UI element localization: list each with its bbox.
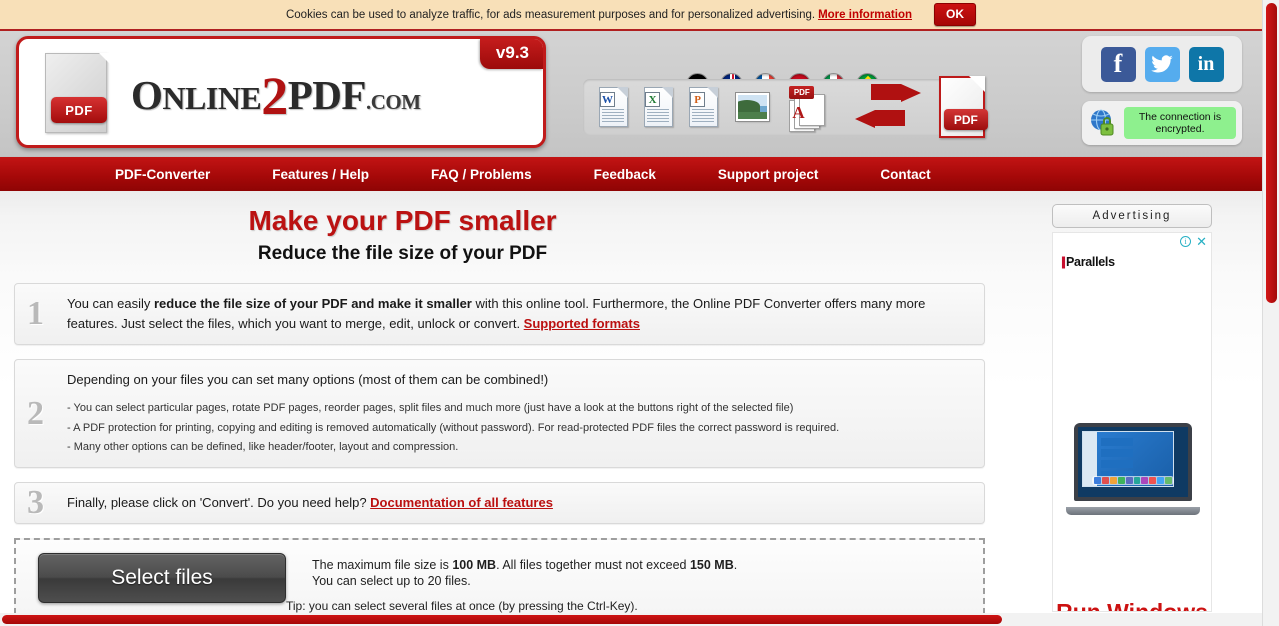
globe-lock-icon	[1082, 101, 1124, 145]
powerpoint-file-icon: P	[689, 87, 719, 127]
step-3-text-a: Finally, please click on 'Convert'. Do y…	[67, 495, 371, 511]
upload-file-count: You can select up to 20 files.	[312, 574, 471, 589]
sidebar-advertising: Advertising i ✕ || Parallels Run Windows	[1002, 191, 1262, 626]
logo-wordmark: ONLINE2PDF.COM	[131, 65, 421, 127]
ad-controls: i ✕	[1180, 235, 1207, 248]
pdf-document-icon: PDF	[45, 53, 117, 137]
upload-size-info: The maximum file size is 100 MB. All fil…	[312, 557, 737, 589]
vertical-scrollbar[interactable]	[1262, 0, 1279, 626]
main-navigation: PDF-Converter Features / Help FAQ / Prob…	[0, 157, 1262, 191]
pdf-output-icon: PDF	[938, 76, 988, 138]
pdf-stack-icon: A PDF	[785, 86, 826, 132]
nav-contact[interactable]: Contact	[866, 167, 944, 182]
step-1-number: 1	[27, 295, 44, 333]
step-1: 1 You can easily reduce the file size of…	[14, 283, 985, 346]
logo-2: 2	[261, 66, 288, 126]
facebook-icon[interactable]: f	[1100, 46, 1136, 82]
page-content: Make your PDF smaller Reduce the file si…	[0, 191, 1262, 626]
pdf-output-label: PDF	[943, 109, 988, 130]
logo-o: O	[131, 72, 163, 118]
step-3-number: 3	[27, 484, 44, 522]
more-information-link[interactable]: More information	[818, 9, 912, 21]
step-2-heading: Depending on your files you can set many…	[67, 372, 549, 388]
site-header: PDF ONLINE2PDF.COM v9.3 W X P A PDF PDF …	[0, 31, 1262, 157]
ad-close-icon[interactable]: ✕	[1196, 235, 1207, 248]
hero-block: Make your PDF smaller Reduce the file si…	[0, 191, 805, 265]
nav-feedback[interactable]: Feedback	[580, 167, 670, 182]
step-2-bullet-1: - You can select particular pages, rotat…	[67, 402, 794, 415]
image-file-icon	[735, 92, 771, 122]
nav-pdf-converter[interactable]: PDF-Converter	[101, 167, 224, 182]
logo-nline: NLINE	[162, 80, 262, 116]
social-links: f in	[1082, 36, 1242, 92]
horizontal-scrollbar-thumb[interactable]	[2, 615, 1002, 624]
page-title: Make your PDF smaller	[248, 205, 557, 236]
step-2-bullets: - You can select particular pages, rotat…	[67, 399, 972, 457]
select-files-button[interactable]: Select files	[38, 553, 286, 604]
encrypted-label: The connection is encrypted.	[1124, 107, 1236, 139]
step-3-text: Finally, please click on 'Convert'. Do y…	[67, 493, 972, 513]
upload-info-a: The maximum file size is	[312, 558, 453, 573]
step-1-text-bold: reduce the file size of your PDF and mak…	[153, 296, 472, 311]
upload-info-c: .	[733, 558, 738, 573]
step-2: 2 Depending on your files you can set ma…	[14, 359, 985, 469]
version-badge: v9.3	[479, 39, 543, 69]
page-root: Cookies can be used to analyze traffic, …	[0, 0, 1279, 626]
logo-dotcom: .COM	[365, 90, 421, 114]
upload-info-b: . All files together must not exceed	[496, 558, 690, 573]
ad-brand-name: Parallels	[1066, 255, 1115, 269]
nav-faq-problems[interactable]: FAQ / Problems	[417, 167, 546, 182]
step-2-bullet-2: - A PDF protection for printing, copying…	[67, 421, 840, 434]
convert-arrows-icon	[853, 84, 921, 130]
excel-file-icon: X	[644, 87, 674, 127]
ad-brand-bars: ||	[1061, 255, 1066, 269]
cookie-ok-button[interactable]: OK	[934, 3, 976, 26]
converter-icon-strip: W X P A PDF PDF	[583, 76, 988, 138]
supported-formats-link[interactable]: Supported formats	[524, 316, 640, 331]
page-subtitle: Reduce the file size of your PDF	[257, 243, 548, 264]
logo-pdf: PDF	[287, 72, 367, 118]
ad-headline-line1: Run Windows	[1056, 599, 1208, 612]
step-2-number: 2	[27, 394, 44, 432]
file-dropzone[interactable]: Select files The maximum file size is 10…	[14, 538, 985, 625]
main-column: Make your PDF smaller Reduce the file si…	[0, 191, 1000, 626]
step-2-bullet-3: - Many other options can be defined, lik…	[67, 440, 459, 453]
step-3: 3 Finally, please click on 'Convert'. Do…	[14, 482, 985, 525]
documentation-link[interactable]: Documentation of all features	[370, 495, 553, 510]
cookie-consent-bar: Cookies can be used to analyze traffic, …	[0, 0, 1262, 31]
step-1-text-a: You can easily	[67, 296, 154, 311]
ad-info-icon[interactable]: i	[1180, 236, 1192, 247]
upload-max-total: 150 MB	[689, 558, 734, 573]
logo-pdf-badge: PDF	[51, 97, 107, 123]
word-file-icon: W	[599, 87, 629, 127]
twitter-icon[interactable]	[1144, 46, 1180, 82]
upload-tip: Tip: you can select several files at onc…	[286, 599, 638, 614]
advertising-label: Advertising	[1052, 204, 1212, 228]
ad-brand-logo: || Parallels	[1061, 255, 1115, 269]
step-1-text: You can easily reduce the file size of y…	[67, 294, 972, 334]
nav-features-help[interactable]: Features / Help	[258, 167, 383, 182]
linkedin-icon[interactable]: in	[1188, 46, 1224, 82]
ad-laptop-image	[1066, 423, 1200, 515]
ad-unit[interactable]: i ✕ || Parallels Run Windows	[1052, 232, 1212, 612]
connection-encrypted-notice: The connection is encrypted.	[1082, 101, 1242, 145]
cookie-consent-text: Cookies can be used to analyze traffic, …	[285, 8, 816, 21]
vertical-scrollbar-thumb[interactable]	[1266, 3, 1277, 303]
site-logo[interactable]: PDF ONLINE2PDF.COM v9.3	[16, 36, 546, 148]
upload-max-file: 100 MB	[452, 558, 497, 573]
upload-info: The maximum file size is 100 MB. All fil…	[286, 553, 737, 613]
horizontal-scrollbar[interactable]	[0, 613, 1262, 626]
nav-support-project[interactable]: Support project	[704, 167, 833, 182]
